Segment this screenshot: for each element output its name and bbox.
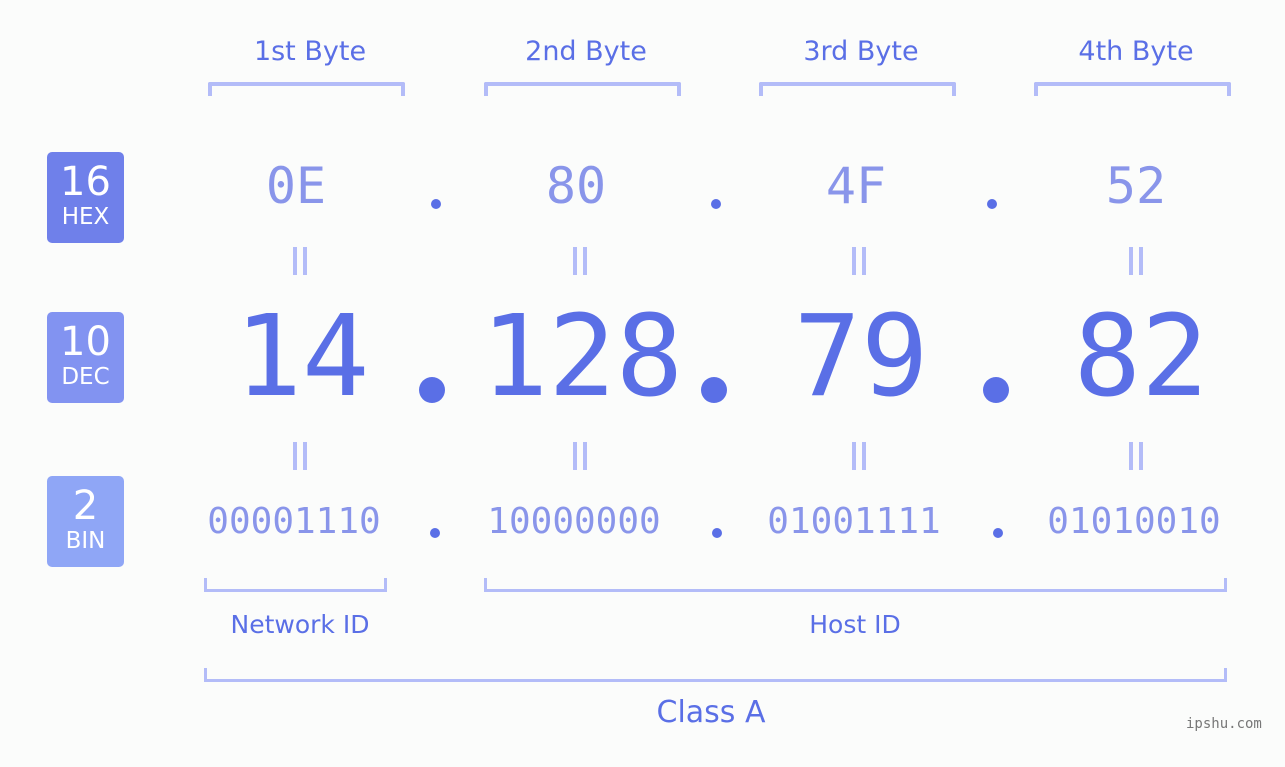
bin-octet-2: 10000000 — [487, 501, 661, 542]
watermark: ipshu.com — [1186, 716, 1262, 732]
dec-dot-separator — [983, 377, 1009, 403]
equals-icon — [1129, 247, 1143, 275]
bin-badge-label: BIN — [65, 528, 106, 554]
byte-header-3: 3rd Byte — [803, 36, 919, 67]
byte-header-2: 2nd Byte — [525, 36, 647, 67]
dec-badge-base: 10 — [60, 319, 111, 365]
byte-header-4: 4th Byte — [1078, 36, 1194, 67]
bin-octet-4: 01010010 — [1047, 501, 1221, 542]
host-id-bracket — [484, 578, 1227, 592]
dec-badge-label: DEC — [61, 364, 110, 390]
dec-octet-1: 14 — [234, 292, 370, 422]
byte-bracket-3 — [759, 82, 956, 96]
bin-octet-3: 01001111 — [767, 501, 941, 542]
byte-bracket-2 — [484, 82, 681, 96]
bin-dot-separator — [712, 528, 722, 538]
hex-octet-2: 80 — [545, 157, 607, 215]
equals-icon — [573, 247, 587, 275]
equals-icon — [1129, 442, 1143, 470]
hex-dot-separator — [987, 199, 997, 209]
hex-octet-3: 4F — [825, 157, 887, 215]
equals-icon — [573, 442, 587, 470]
dec-octet-4: 82 — [1073, 292, 1209, 422]
byte-header-1: 1st Byte — [253, 36, 367, 67]
hex-dot-separator — [431, 199, 441, 209]
bin-octet-1: 00001110 — [207, 501, 381, 542]
bin-dot-separator — [430, 528, 440, 538]
class-bracket — [204, 668, 1227, 682]
dec-badge: 10 DEC — [47, 312, 124, 403]
hex-badge: 16 HEX — [47, 152, 124, 243]
class-label: Class A — [656, 695, 766, 730]
network-id-bracket — [204, 578, 387, 592]
network-id-label: Network ID — [230, 610, 370, 639]
dec-octet-3: 79 — [793, 292, 929, 422]
host-id-label: Host ID — [809, 610, 901, 639]
hex-octet-4: 52 — [1105, 157, 1167, 215]
byte-bracket-4 — [1034, 82, 1231, 96]
equals-icon — [852, 247, 866, 275]
hex-dot-separator — [711, 199, 721, 209]
equals-icon — [293, 247, 307, 275]
equals-icon — [293, 442, 307, 470]
equals-icon — [852, 442, 866, 470]
bin-badge: 2 BIN — [47, 476, 124, 567]
byte-bracket-1 — [208, 82, 405, 96]
dec-dot-separator — [701, 377, 727, 403]
bin-badge-base: 2 — [72, 483, 99, 529]
dec-octet-2: 128 — [480, 292, 684, 422]
dec-dot-separator — [419, 377, 445, 403]
hex-octet-1: 0E — [265, 157, 327, 215]
hex-badge-base: 16 — [60, 159, 111, 205]
hex-badge-label: HEX — [61, 204, 110, 230]
bin-dot-separator — [993, 528, 1003, 538]
